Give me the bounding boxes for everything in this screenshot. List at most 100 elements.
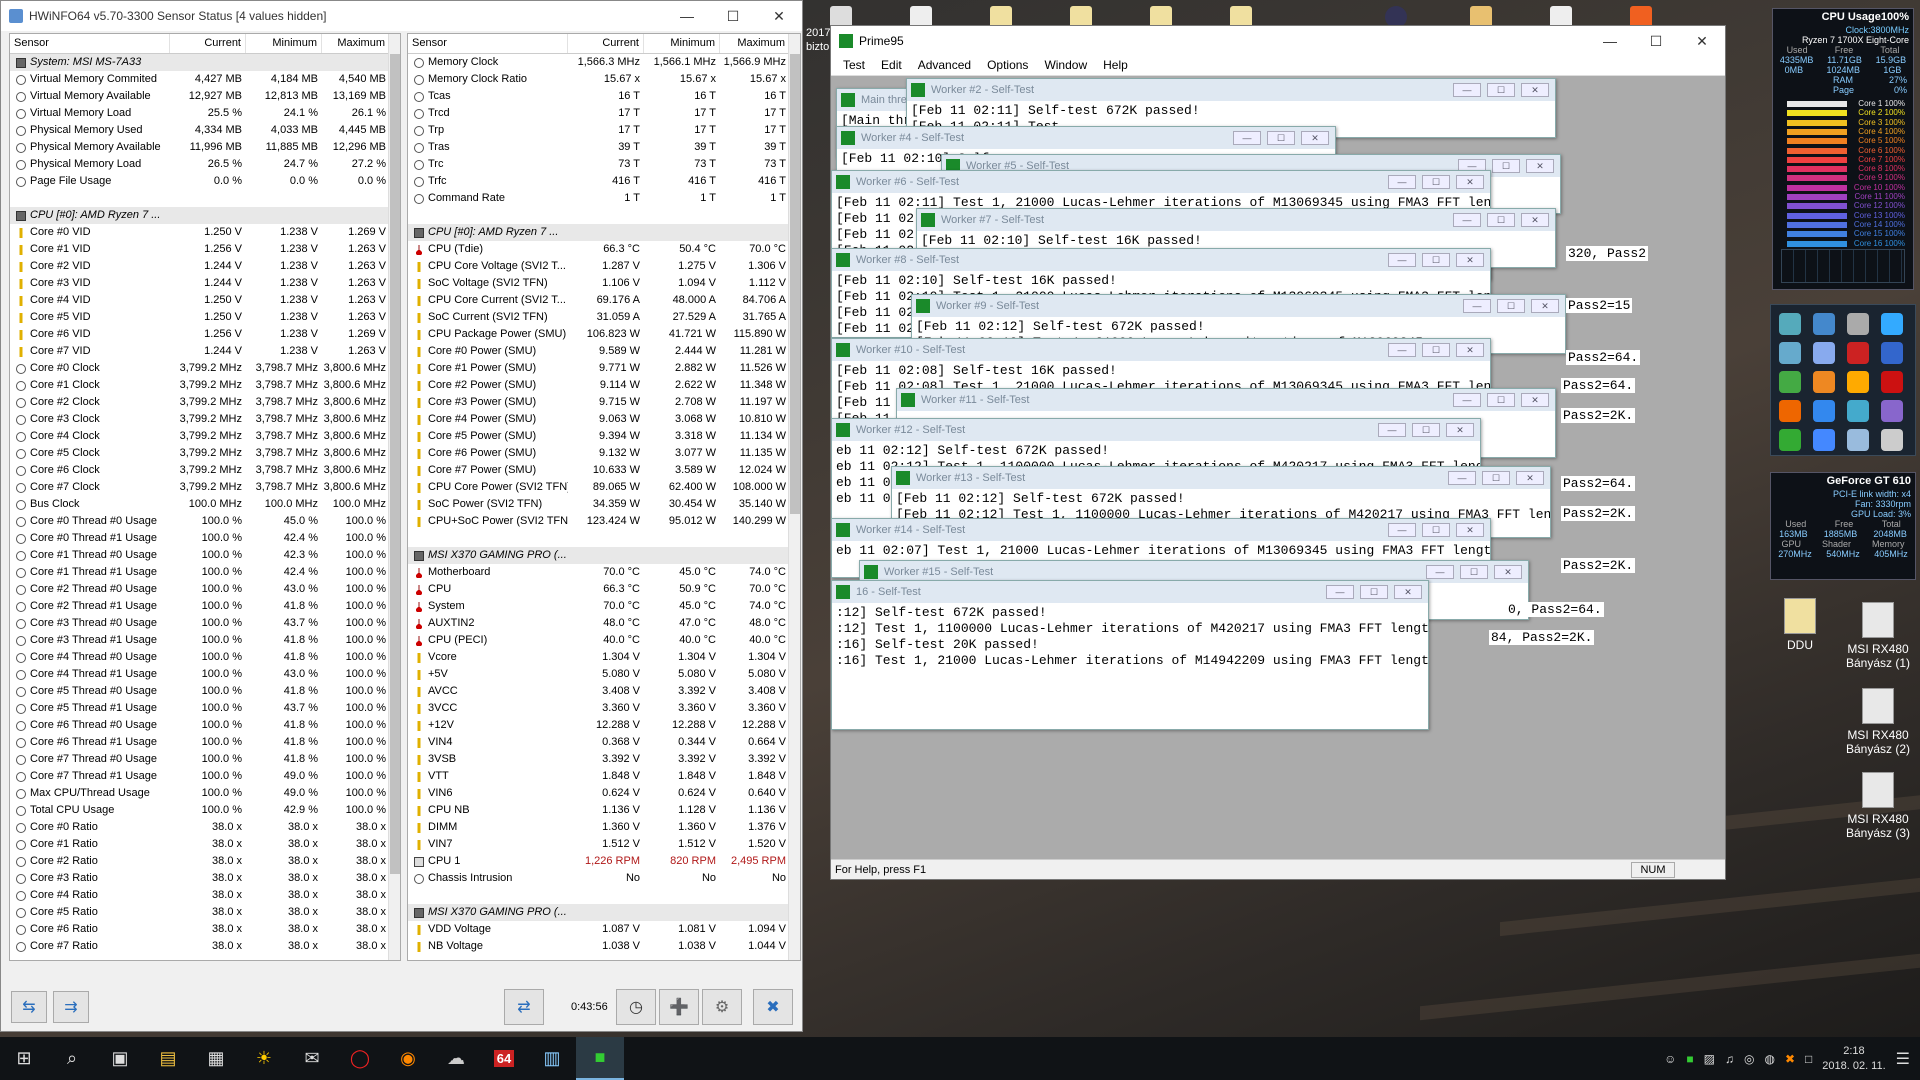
- sensor-row[interactable]: CPU Core Current (SVI2 T... 69.176 A 48.00…: [408, 292, 800, 309]
- maximize-button[interactable]: ☐: [710, 1, 756, 31]
- column-current[interactable]: Current: [170, 34, 246, 53]
- quick-launch-app-icon[interactable]: [1881, 429, 1903, 451]
- sensor-row[interactable]: Core #0 VID 1.250 V 1.238 V 1.269 V: [10, 224, 400, 241]
- sensor-row[interactable]: Tras 39 T 39 T 39 T: [408, 139, 800, 156]
- sensor-row[interactable]: VIN6 0.624 V 0.624 V 0.640 V: [408, 785, 800, 802]
- minimize-button[interactable]: —: [1426, 565, 1454, 579]
- sensor-row[interactable]: Memory Clock 1,566.3 MHz 1,566.1 MHz 1,566.…: [408, 54, 800, 71]
- sensor-row[interactable]: AVCC 3.408 V 3.392 V 3.408 V: [408, 683, 800, 700]
- app-icon[interactable]: ☁: [432, 1037, 480, 1080]
- sensor-row[interactable]: Core #1 Ratio 38.0 x 38.0 x 38.0 x: [10, 836, 400, 853]
- close-button[interactable]: ✕: [1456, 253, 1484, 267]
- search-icon[interactable]: ⌕: [48, 1037, 96, 1080]
- sensor-row[interactable]: VTT 1.848 V 1.848 V 1.848 V: [408, 768, 800, 785]
- sensor-row[interactable]: Memory Clock Ratio 15.67 x 15.67 x 15.67 x: [408, 71, 800, 88]
- sensor-row[interactable]: Core #7 Ratio 38.0 x 38.0 x 38.0 x: [10, 938, 400, 955]
- menu-options[interactable]: Options: [979, 56, 1036, 75]
- worker-titlebar[interactable]: Worker #14 - Self-Test — ☐ ✕: [832, 519, 1490, 541]
- sensor-row[interactable]: Core #6 Power (SMU) 9.132 W 3.077 W 11.135 …: [408, 445, 800, 462]
- sensor-row[interactable]: Core #3 VID 1.244 V 1.238 V 1.263 V: [10, 275, 400, 292]
- close-button[interactable]: ✕: [1456, 175, 1484, 189]
- close-x-icon[interactable]: ✖: [753, 989, 793, 1025]
- minimize-button[interactable]: —: [1233, 131, 1261, 145]
- column-minimum[interactable]: Minimum: [644, 34, 720, 53]
- quick-launch-app-icon[interactable]: [1847, 313, 1869, 335]
- sensor-row[interactable]: Core #2 Thread #0 Usage 100.0 % 43.0 % 100.…: [10, 581, 400, 598]
- quick-launch-app-icon[interactable]: [1779, 429, 1801, 451]
- column-minimum[interactable]: Minimum: [246, 34, 322, 53]
- maximize-button[interactable]: ☐: [1487, 393, 1515, 407]
- people-icon[interactable]: ☺: [1664, 1052, 1676, 1066]
- worker-titlebar[interactable]: Worker #8 - Self-Test — ☐ ✕: [832, 249, 1490, 271]
- sensor-row[interactable]: VDD Voltage 1.087 V 1.081 V 1.094 V: [408, 921, 800, 938]
- desktop-icon-rx480-2[interactable]: MSI RX480 Bányász (2): [1838, 688, 1918, 756]
- quick-launch-app-icon[interactable]: [1779, 400, 1801, 422]
- minimize-button[interactable]: —: [1587, 26, 1633, 56]
- sensor-row[interactable]: Core #7 Thread #1 Usage 100.0 % 49.0 % 100.…: [10, 768, 400, 785]
- maximize-button[interactable]: ☐: [1422, 175, 1450, 189]
- sensor-row[interactable]: +5V 5.080 V 5.080 V 5.080 V: [408, 666, 800, 683]
- column-sensor[interactable]: Sensor: [408, 34, 568, 53]
- menu-edit[interactable]: Edit: [873, 56, 910, 75]
- sensor-row[interactable]: CPU NB 1.136 V 1.128 V 1.136 V: [408, 802, 800, 819]
- close-button[interactable]: ✕: [1521, 393, 1549, 407]
- sensor-row[interactable]: Motherboard 70.0 °C 45.0 °C 74.0 °C: [408, 564, 800, 581]
- column-current[interactable]: Current: [568, 34, 644, 53]
- minimize-button[interactable]: —: [1463, 299, 1491, 313]
- quick-launch-app-icon[interactable]: [1881, 342, 1903, 364]
- scrollbar-thumb[interactable]: [390, 54, 400, 874]
- close-button[interactable]: ✕: [1516, 471, 1544, 485]
- opera-icon[interactable]: ◯: [336, 1037, 384, 1080]
- sensor-row[interactable]: Core #7 Thread #0 Usage 100.0 % 41.8 % 100.…: [10, 751, 400, 768]
- maximize-button[interactable]: ☐: [1497, 299, 1525, 313]
- minimize-button[interactable]: —: [1453, 393, 1481, 407]
- taskbar-clock[interactable]: 2:18 2018. 02. 11.: [1822, 1044, 1885, 1074]
- maximize-button[interactable]: ☐: [1487, 213, 1515, 227]
- sensor-row[interactable]: Virtual Memory Available 12,927 MB 12,813 …: [10, 88, 400, 105]
- volume-icon[interactable]: ♫: [1725, 1052, 1734, 1066]
- notification-icon[interactable]: ☰: [1896, 1049, 1910, 1069]
- sensor-row[interactable]: CPU (PECI) 40.0 °C 40.0 °C 40.0 °C: [408, 632, 800, 649]
- settings-gear-icon[interactable]: ⚙: [702, 989, 742, 1025]
- sensor-row[interactable]: Core #5 Ratio 38.0 x 38.0 x 38.0 x: [10, 904, 400, 921]
- sensor-row[interactable]: Tcas 16 T 16 T 16 T: [408, 88, 800, 105]
- column-maximum[interactable]: Maximum: [322, 34, 390, 53]
- sensor-row[interactable]: Core #0 Power (SMU) 9.589 W 2.444 W 11.281 …: [408, 343, 800, 360]
- minimize-button[interactable]: —: [1388, 343, 1416, 357]
- desktop-icon-ddu[interactable]: DDU: [1760, 598, 1840, 652]
- quick-launch-app-icon[interactable]: [1847, 371, 1869, 393]
- sensor-row[interactable]: Core #3 Thread #1 Usage 100.0 % 41.8 % 100.…: [10, 632, 400, 649]
- sensor-row[interactable]: Physical Memory Used 4,334 MB 4,033 MB 4,44…: [10, 122, 400, 139]
- menu-help[interactable]: Help: [1095, 56, 1136, 75]
- worker-titlebar[interactable]: Worker #2 - Self-Test — ☐ ✕: [907, 79, 1555, 101]
- worker-titlebar[interactable]: Worker #4 - Self-Test — ☐ ✕: [837, 127, 1335, 149]
- sensor-group-row[interactable]: MSI X370 GAMING PRO (...: [408, 547, 800, 564]
- clock-reset-icon[interactable]: ◷: [616, 989, 656, 1025]
- sensor-row[interactable]: Core #6 Ratio 38.0 x 38.0 x 38.0 x: [10, 921, 400, 938]
- sensor-group-row[interactable]: CPU [#0]: AMD Ryzen 7 ...: [408, 224, 800, 241]
- maximize-button[interactable]: ☐: [1412, 423, 1440, 437]
- quick-launch-app-icon[interactable]: [1813, 429, 1835, 451]
- sensor-row[interactable]: Core #4 Clock 3,799.2 MHz 3,798.7 MHz 3,800…: [10, 428, 400, 445]
- sensor-row[interactable]: Virtual Memory Load 25.5 % 24.1 % 26.1 %: [10, 105, 400, 122]
- worker-titlebar[interactable]: Worker #7 - Self-Test — ☐ ✕: [917, 209, 1555, 231]
- sensor-row[interactable]: Core #3 Thread #0 Usage 100.0 % 43.7 % 100.…: [10, 615, 400, 632]
- sensor-row[interactable]: CPU Package Power (SMU) 106.823 W 41.721 W…: [408, 326, 800, 343]
- sensor-row[interactable]: Total CPU Usage 100.0 % 42.9 % 100.0 %: [10, 802, 400, 819]
- close-button[interactable]: ✕: [756, 1, 802, 31]
- quick-launch-app-icon[interactable]: [1779, 313, 1801, 335]
- sensor-row[interactable]: Core #2 Thread #1 Usage 100.0 % 41.8 % 100.…: [10, 598, 400, 615]
- quick-launch-app-icon[interactable]: [1779, 371, 1801, 393]
- prime95-taskbar-icon[interactable]: ■: [576, 1037, 624, 1080]
- tool-icon[interactable]: ✖: [1785, 1052, 1795, 1066]
- sensor-row[interactable]: Physical Memory Load 26.5 % 24.7 % 27.2 %: [10, 156, 400, 173]
- sensor-row[interactable]: Core #4 Thread #0 Usage 100.0 % 41.8 % 100.…: [10, 649, 400, 666]
- sensor-row[interactable]: Core #7 Power (SMU) 10.633 W 3.589 W 12.024…: [408, 462, 800, 479]
- maximize-button[interactable]: ☐: [1267, 131, 1295, 145]
- network-icon[interactable]: ⇄: [504, 989, 544, 1025]
- close-button[interactable]: ✕: [1521, 83, 1549, 97]
- close-button[interactable]: ✕: [1531, 299, 1559, 313]
- quick-launch-app-icon[interactable]: [1881, 313, 1903, 335]
- cpu-usage-gadget[interactable]: CPU Usage100% Clock:3800MHz Ryzen 7 1700…: [1772, 8, 1914, 290]
- worker-titlebar[interactable]: Worker #10 - Self-Test — ☐ ✕: [832, 339, 1490, 361]
